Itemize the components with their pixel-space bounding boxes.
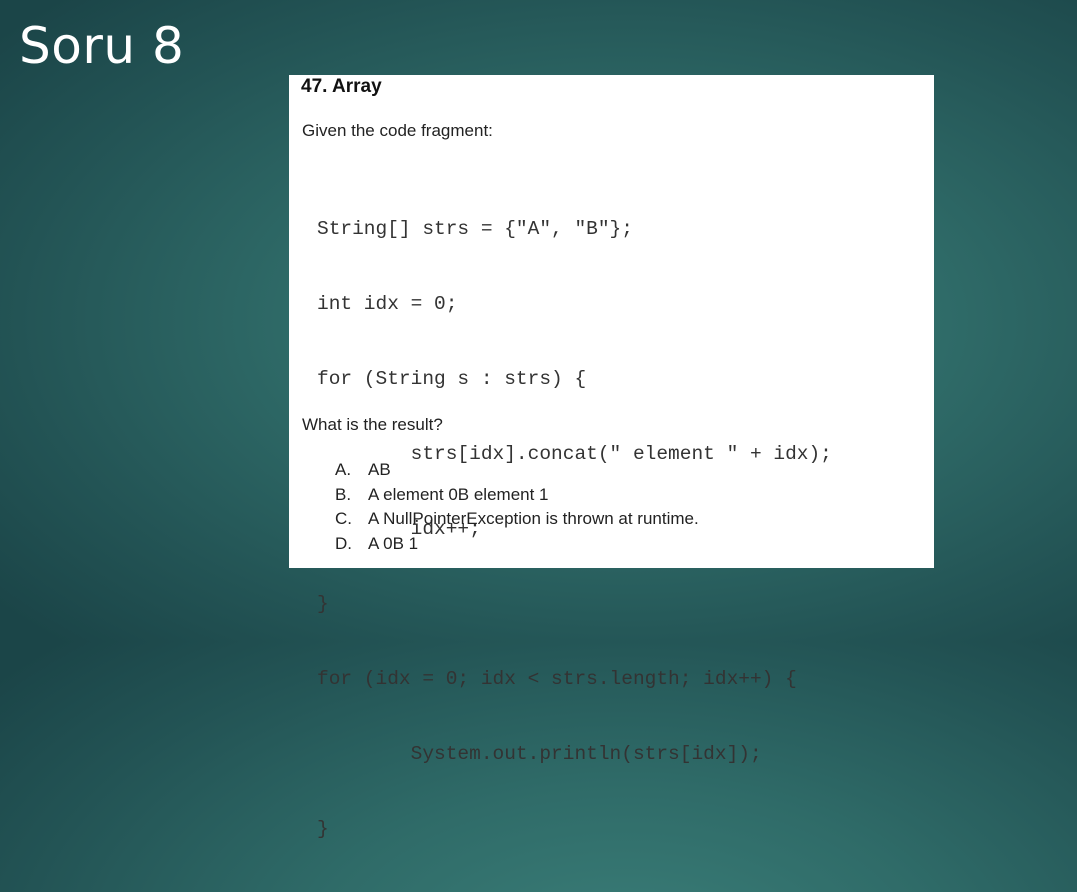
code-line: } — [317, 593, 329, 615]
code-line: String[] strs = {"A", "B"}; — [317, 218, 633, 240]
option-letter: C. — [335, 509, 352, 528]
answer-option-a: A. AB — [335, 458, 699, 483]
option-letter: A. — [335, 460, 352, 479]
question-card: 47. Array Given the code fragment: Strin… — [289, 75, 934, 840]
answer-option-d: D. A 0B 1 — [335, 532, 699, 557]
code-line: int idx = 0; — [317, 293, 458, 315]
option-text: A 0B 1 — [368, 533, 419, 553]
slide-title: Soru 8 — [19, 17, 185, 75]
result-question: What is the result? — [302, 415, 443, 434]
option-text: AB — [368, 460, 391, 479]
question-prompt: Given the code fragment: — [302, 121, 493, 140]
answer-option-b: B. A element 0B element 1 — [335, 483, 699, 508]
code-line: System.out.println(strs[idx]); — [317, 743, 762, 765]
option-letter: B. — [335, 484, 352, 504]
answer-option-c: C. A NullPointerException is thrown at r… — [335, 507, 699, 532]
option-letter: D. — [335, 533, 352, 553]
code-line: } — [317, 818, 329, 840]
answer-options: A. AB B. A element 0B element 1 C. A Nul… — [335, 458, 699, 556]
option-text: A element 0B element 1 — [368, 484, 549, 504]
question-heading: 47. Array — [301, 76, 382, 97]
code-line: for (String s : strs) { — [317, 368, 587, 390]
code-line: for (idx = 0; idx < strs.length; idx++) … — [317, 668, 797, 690]
option-text: A NullPointerException is thrown at runt… — [368, 509, 699, 528]
